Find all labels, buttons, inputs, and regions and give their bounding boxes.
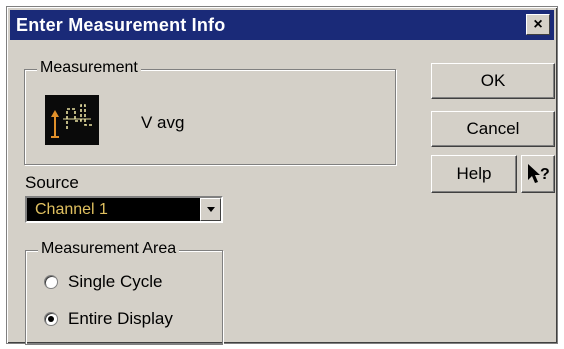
source-dropdown[interactable]: Channel 1 (25, 196, 223, 223)
single-cycle-option[interactable]: Single Cycle (44, 272, 163, 292)
source-selected-value: Channel 1 (35, 201, 108, 218)
entire-display-label: Entire Display (68, 309, 173, 328)
measurement-groupbox: Measurement V avg (24, 59, 396, 165)
entire-display-option[interactable]: Entire Display (44, 309, 173, 329)
radio-selected-dot (48, 316, 54, 322)
source-label: Source (25, 173, 79, 192)
svg-text:?: ? (540, 166, 550, 183)
close-button[interactable]: × (526, 14, 550, 35)
measurement-group-label: Measurement (37, 59, 141, 77)
pointer-question-icon: ? (528, 164, 550, 183)
chevron-down-icon (206, 206, 215, 212)
entire-display-radio[interactable] (44, 312, 58, 326)
cancel-button[interactable]: Cancel (431, 111, 555, 147)
measurement-value: V avg (141, 113, 185, 132)
single-cycle-label: Single Cycle (68, 272, 163, 291)
measurement-area-group-label: Measurement Area (38, 240, 180, 258)
ok-label: OK (480, 71, 506, 90)
title-bar[interactable]: Enter Measurement Info × (10, 10, 554, 40)
measurement-dialog: Enter Measurement Info × Measurement V a… (6, 6, 558, 345)
voltage-average-waveform-icon (45, 95, 99, 145)
single-cycle-radio[interactable] (44, 275, 58, 289)
window-title: Enter Measurement Info (16, 15, 226, 35)
cancel-label: Cancel (466, 119, 520, 138)
close-icon: × (533, 15, 543, 33)
ok-button[interactable]: OK (431, 63, 555, 99)
help-label: Help (456, 164, 492, 183)
dropdown-arrow-button[interactable] (200, 198, 221, 221)
measurement-area-groupbox: Measurement Area Single Cycle Entire Dis… (25, 240, 223, 345)
whats-this-button[interactable]: ? (521, 155, 555, 193)
help-button[interactable]: Help (431, 155, 517, 193)
